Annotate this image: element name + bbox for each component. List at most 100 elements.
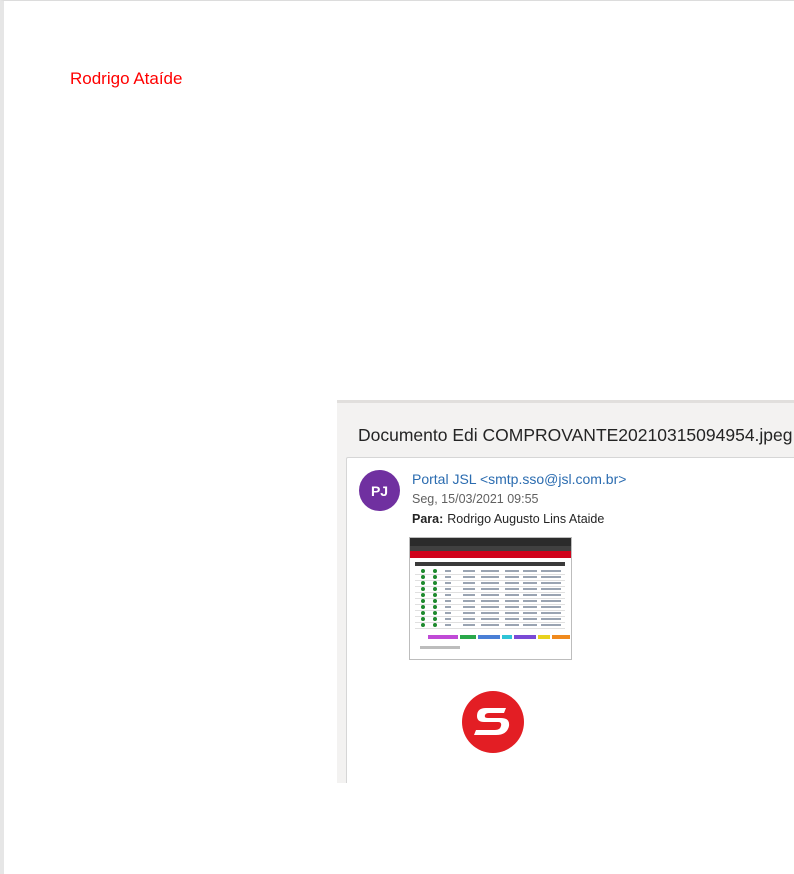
sender-heading: Rodrigo Ataíde: [70, 69, 183, 88]
thumb-cell: [523, 582, 537, 584]
thumb-cell: [481, 588, 499, 590]
thumb-cell: [481, 600, 499, 602]
thumb-cell: [445, 588, 451, 590]
thumb-status-dot: [433, 593, 437, 597]
thumb-cell: [481, 612, 499, 614]
thumb-cell: [523, 570, 537, 572]
thumb-cell: [463, 594, 475, 596]
thumb-cell: [523, 594, 537, 596]
thumb-cell: [481, 624, 499, 626]
thumb-cell: [445, 576, 451, 578]
thumb-row: [415, 628, 565, 629]
thumb-status-dot: [421, 605, 425, 609]
thumb-cell: [541, 624, 561, 626]
thumb-cell: [463, 582, 475, 584]
thumb-cell: [505, 600, 519, 602]
recipient-label: Para:: [412, 512, 444, 526]
message-date: Seg, 15/03/2021 09:55: [412, 492, 539, 506]
thumb-cell: [541, 576, 561, 578]
message-card: PJ Portal JSL <smtp.sso@jsl.com.br> Seg,…: [346, 457, 794, 783]
thumb-status-dot: [421, 587, 425, 591]
thumb-status-dot: [433, 611, 437, 615]
recipient-name[interactable]: Rodrigo Augusto Lins Ataide: [447, 512, 604, 526]
thumb-status-dot: [433, 587, 437, 591]
thumb-cell: [481, 618, 499, 620]
attachment-image-thumbnail[interactable]: [409, 537, 572, 660]
thumb-row: [415, 622, 565, 623]
thumb-status-dot: [421, 617, 425, 621]
thumb-cell: [481, 606, 499, 608]
thumb-cell: [463, 600, 475, 602]
thumb-cell: [505, 624, 519, 626]
thumb-cell: [523, 612, 537, 614]
thumb-cell: [505, 618, 519, 620]
thumb-cell: [505, 612, 519, 614]
thumb-cell: [541, 606, 561, 608]
thumb-legend-item: [552, 635, 570, 639]
thumb-cell: [463, 624, 475, 626]
thumb-row: [415, 604, 565, 605]
thumb-cell: [505, 594, 519, 596]
thumb-cell: [463, 588, 475, 590]
thumb-status-dot: [421, 581, 425, 585]
thumb-cell: [541, 618, 561, 620]
thumb-cell: [481, 582, 499, 584]
thumb-cell: [523, 600, 537, 602]
thumb-footer: [420, 646, 460, 649]
thumb-cell: [523, 618, 537, 620]
thumb-status-dot: [433, 599, 437, 603]
thumb-status-dot: [433, 605, 437, 609]
thumb-table: [415, 569, 565, 631]
thumb-legend-item: [428, 635, 458, 639]
thumb-cell: [541, 582, 561, 584]
thumb-cell: [541, 600, 561, 602]
thumb-cell: [541, 612, 561, 614]
thumb-titlebar: [410, 538, 571, 546]
thumb-cell: [445, 570, 451, 572]
thumb-cell: [523, 606, 537, 608]
thumb-legend-item: [538, 635, 550, 639]
thumb-legend-item: [502, 635, 512, 639]
thumb-cell: [445, 624, 451, 626]
thumb-status-dot: [433, 623, 437, 627]
thumb-cell: [541, 588, 561, 590]
thumb-row: [415, 598, 565, 599]
thumb-row: [415, 580, 565, 581]
thumb-row: [415, 574, 565, 575]
thumb-cell: [463, 618, 475, 620]
thumb-cell: [445, 594, 451, 596]
thumb-cell: [445, 582, 451, 584]
thumb-app-header: [410, 551, 571, 558]
thumb-row: [415, 616, 565, 617]
thumb-cell: [505, 576, 519, 578]
thumb-row: [415, 592, 565, 593]
thumb-row: [415, 610, 565, 611]
thumb-status-dot: [433, 569, 437, 573]
thumb-status-dot: [421, 623, 425, 627]
thumb-section-header: [415, 562, 565, 566]
thumb-cell: [463, 570, 475, 572]
thumb-legend-item: [478, 635, 500, 639]
thumb-status-dot: [421, 569, 425, 573]
thumb-row: [415, 586, 565, 587]
email-reading-pane: Documento Edi COMPROVANTE20210315094954.…: [337, 400, 794, 783]
thumb-legend-item: [460, 635, 476, 639]
sender-avatar[interactable]: PJ: [359, 470, 400, 511]
thumb-cell: [445, 612, 451, 614]
thumb-status-dot: [433, 617, 437, 621]
thumb-cell: [445, 600, 451, 602]
thumb-status-dot: [421, 575, 425, 579]
thumb-cell: [463, 576, 475, 578]
thumb-cell: [445, 606, 451, 608]
thumb-status-dot: [433, 581, 437, 585]
jsl-logo-icon: [462, 691, 524, 753]
thumb-cell: [463, 606, 475, 608]
sender-address[interactable]: Portal JSL <smtp.sso@jsl.com.br>: [412, 471, 626, 487]
thumb-status-dot: [421, 593, 425, 597]
email-subject: Documento Edi COMPROVANTE20210315094954.…: [358, 425, 793, 445]
thumb-cell: [445, 618, 451, 620]
thumb-cell: [505, 606, 519, 608]
thumb-cell: [523, 576, 537, 578]
thumb-legend-item: [514, 635, 536, 639]
thumb-cell: [481, 576, 499, 578]
